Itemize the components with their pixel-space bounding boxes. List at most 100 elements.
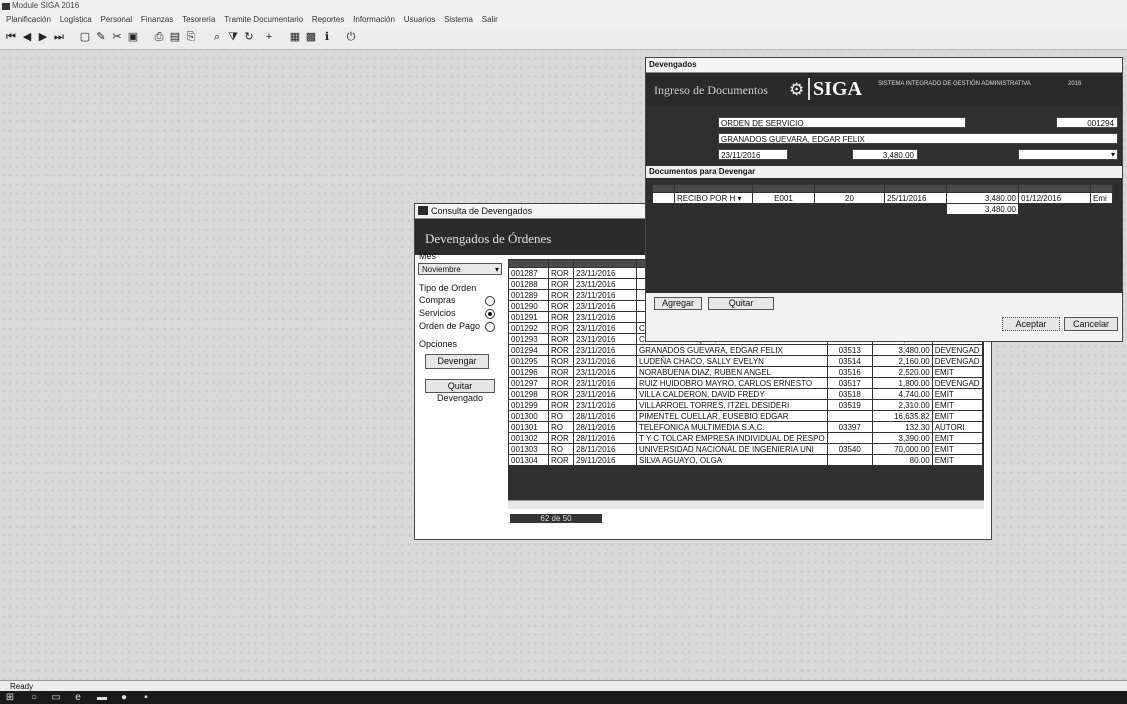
- codigo-cell[interactable]: 03540: [826, 443, 873, 455]
- estado-cell[interactable]: EMIT: [931, 443, 983, 455]
- fecha-cell[interactable]: 28/11/2016: [573, 410, 637, 422]
- monto-cell[interactable]: 1,800.00: [871, 377, 933, 389]
- serie-cell[interactable]: E001: [752, 192, 815, 204]
- menu-item-tramite[interactable]: Tramite Documentario: [224, 13, 303, 27]
- orden-num-cell[interactable]: 001291: [508, 311, 549, 323]
- col-header[interactable]: [946, 184, 1019, 193]
- documento-row[interactable]: RECIBO POR H ▾ E001 20 25/11/2016 3,480.…: [652, 192, 1113, 204]
- orden-num-cell[interactable]: 001292: [508, 322, 549, 334]
- tipo-cell[interactable]: RO: [548, 421, 574, 433]
- orden-num-cell[interactable]: 001302: [508, 432, 549, 444]
- print-icon[interactable]: ⎙: [152, 31, 166, 44]
- codigo-cell[interactable]: 03519: [826, 399, 873, 411]
- app-pinned-icon-2[interactable]: ▪: [140, 692, 152, 703]
- tipo-cell[interactable]: ROR: [548, 322, 574, 334]
- nombre-cell[interactable]: VILLA CALDERON, DAVID FREDY: [636, 388, 828, 400]
- tipo-cell[interactable]: ROR: [548, 355, 574, 367]
- orden-num-cell[interactable]: 001304: [508, 454, 549, 466]
- codigo-cell[interactable]: [826, 432, 873, 444]
- menu-item-reportes[interactable]: Reportes: [312, 13, 344, 27]
- tipo-cell[interactable]: ROR: [548, 432, 574, 444]
- tipo-documento-select[interactable]: RECIBO POR H ▾: [674, 192, 753, 204]
- nombre-cell[interactable]: T Y C TOLCAR EMPRESA INDIVIDUAL DE RESPO: [636, 432, 828, 444]
- codigo-cell[interactable]: 03397: [826, 421, 873, 433]
- printer-setup-icon[interactable]: ⎘: [184, 31, 198, 44]
- save-icon[interactable]: ▣: [126, 31, 140, 44]
- codigo-cell[interactable]: 03513: [826, 344, 873, 356]
- tipo-cell[interactable]: ROR: [548, 333, 574, 345]
- fecha-cell[interactable]: 23/11/2016: [573, 366, 637, 378]
- estado-cell[interactable]: AUTORI: [931, 421, 983, 433]
- orden-num-cell[interactable]: 001289: [508, 289, 549, 301]
- orden-num-cell[interactable]: 001296: [508, 366, 549, 378]
- chevron-down-icon[interactable]: ▾: [495, 264, 499, 276]
- col-header[interactable]: [652, 184, 675, 193]
- browser-icon[interactable]: e: [72, 692, 84, 703]
- nombre-cell[interactable]: LUDEÑA CHACO, SALLY EVELYN: [636, 355, 828, 367]
- folder-icon[interactable]: ▬: [96, 692, 108, 703]
- monto-cell[interactable]: 2,160.00: [871, 355, 933, 367]
- fecha-cell[interactable]: 28/11/2016: [573, 432, 637, 444]
- fecha-cell[interactable]: 23/11/2016: [573, 344, 637, 356]
- fecha-cell[interactable]: 23/11/2016: [573, 322, 637, 334]
- prev-record-icon[interactable]: ◀: [20, 31, 34, 44]
- numero-cell[interactable]: 20: [814, 192, 885, 204]
- fecha-pago-cell[interactable]: 01/12/2016: [1018, 192, 1091, 204]
- fecha-cell[interactable]: 23/11/2016: [573, 267, 637, 279]
- table-row[interactable]: 001299 ROR 23/11/2016 VILLARROEL TORRES, IT…: [508, 399, 983, 411]
- preview-icon[interactable]: ▤: [168, 31, 182, 44]
- orden-num-cell[interactable]: 001303: [508, 443, 549, 455]
- codigo-cell[interactable]: 03514: [826, 355, 873, 367]
- tipo-cell[interactable]: ROR: [548, 278, 574, 290]
- col-header[interactable]: [573, 259, 637, 268]
- table-row[interactable]: 001301 RO 28/11/2016 TELEFONICA MULTIMEDIA …: [508, 421, 983, 433]
- codigo-cell[interactable]: [826, 454, 873, 466]
- monto-cell[interactable]: 3,390.00: [871, 432, 933, 444]
- quitar-button[interactable]: Quitar: [708, 297, 774, 310]
- grid-icon[interactable]: ▩: [304, 31, 318, 44]
- orden-num-cell[interactable]: 001288: [508, 278, 549, 290]
- monto-cell[interactable]: 4,740.00: [871, 388, 933, 400]
- orden-num-cell[interactable]: 001295: [508, 355, 549, 367]
- codigo-cell[interactable]: 03516: [826, 366, 873, 378]
- codigo-cell[interactable]: [826, 410, 873, 422]
- fecha-cell[interactable]: 23/11/2016: [573, 377, 637, 389]
- monto-cell[interactable]: 16,635.82: [871, 410, 933, 422]
- orden-num-cell[interactable]: 001300: [508, 410, 549, 422]
- orden-num-cell[interactable]: 001293: [508, 333, 549, 345]
- table-row[interactable]: 001294 ROR 23/11/2016 GRANADOS GUEVARA, EDG…: [508, 344, 983, 356]
- menu-item-finanzas[interactable]: Finanzas: [141, 13, 173, 27]
- orden-num-cell[interactable]: 001298: [508, 388, 549, 400]
- fecha-cell[interactable]: 23/11/2016: [573, 300, 637, 312]
- fecha-cell[interactable]: 28/11/2016: [573, 443, 637, 455]
- mes-select[interactable]: Noviembre ▾: [418, 263, 502, 275]
- fecha-cell[interactable]: 23/11/2016: [573, 355, 637, 367]
- col-header[interactable]: [1018, 184, 1091, 193]
- task-view-icon[interactable]: ▭: [50, 692, 62, 703]
- col-header[interactable]: [508, 259, 549, 268]
- nombre-cell[interactable]: TELEFONICA MULTIMEDIA S.A.C.: [636, 421, 828, 433]
- window-icon[interactable]: ▦: [288, 31, 302, 44]
- monto-cell[interactable]: 3,480.00: [871, 344, 933, 356]
- tipo-orden-field[interactable]: ORDEN DE SERVICIO: [718, 117, 966, 128]
- codigo-cell[interactable]: 03517: [826, 377, 873, 389]
- monto-cell[interactable]: 80.00: [871, 454, 933, 466]
- menu-item-sistema[interactable]: Sistema: [444, 13, 473, 27]
- menu-item-logistica[interactable]: Logística: [60, 13, 92, 27]
- table-row[interactable]: 001303 RO 28/11/2016 UNIVERSIDAD NACIONAL D…: [508, 443, 983, 455]
- nombre-cell[interactable]: RUIZ HUIDOBRO MAYRO, CARLOS ERNESTO: [636, 377, 828, 389]
- help-icon[interactable]: +: [262, 31, 276, 44]
- edit-icon[interactable]: ✎: [94, 31, 108, 44]
- col-header[interactable]: [548, 259, 574, 268]
- table-row[interactable]: 001300 RO 28/11/2016 PIMENTEL CUELLAR, EUSE…: [508, 410, 983, 422]
- exit-icon[interactable]: ⏻: [344, 31, 358, 44]
- nombre-cell[interactable]: NORABUENA DIAZ, RUBEN ANGEL: [636, 366, 828, 378]
- orden-num-cell[interactable]: 001294: [508, 344, 549, 356]
- agregar-button[interactable]: Agregar: [654, 297, 702, 310]
- devengar-button[interactable]: Devengar: [425, 354, 489, 369]
- orden-num-cell[interactable]: 001301: [508, 421, 549, 433]
- app-pinned-icon[interactable]: ●: [118, 692, 130, 703]
- fecha-cell[interactable]: 28/11/2016: [573, 421, 637, 433]
- menu-item-usuarios[interactable]: Usuarios: [404, 13, 436, 27]
- first-record-icon[interactable]: ⏮: [4, 31, 18, 44]
